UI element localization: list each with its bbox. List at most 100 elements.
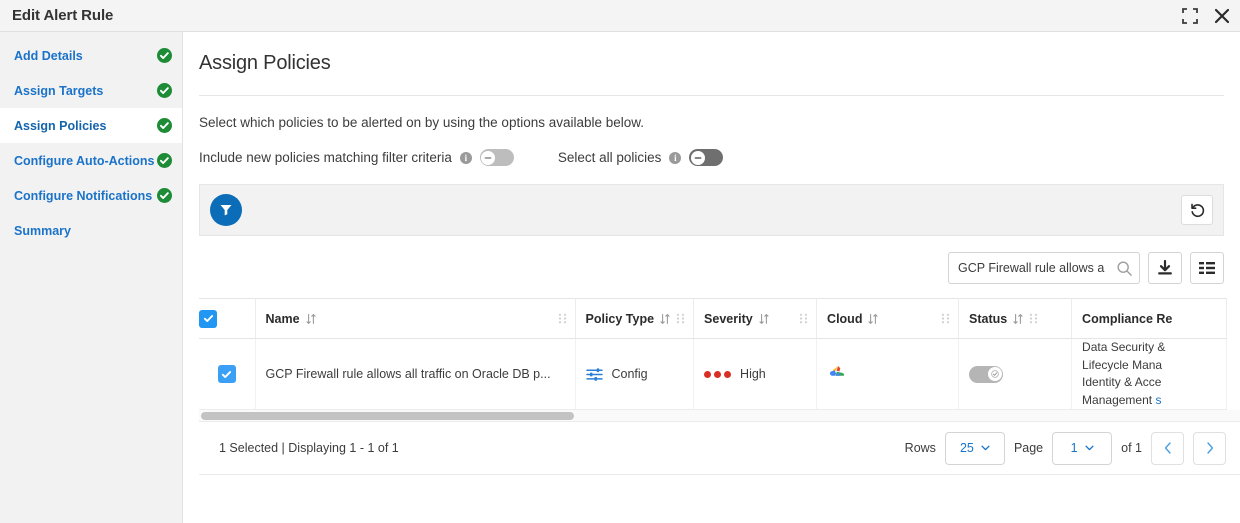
- cell-cloud: [817, 339, 959, 410]
- filter-funnel-icon[interactable]: [210, 194, 242, 226]
- close-icon[interactable]: [1214, 8, 1230, 24]
- table-horizontal-scrollbar[interactable]: [199, 410, 1240, 422]
- reset-icon: [1189, 202, 1206, 219]
- cell-severity: High: [694, 339, 817, 410]
- main-content: Assign Policies Select which policies to…: [183, 32, 1240, 523]
- next-page-button[interactable]: [1193, 432, 1226, 465]
- filter-bar: [199, 184, 1224, 236]
- download-button[interactable]: [1148, 252, 1182, 284]
- sort-icon[interactable]: [306, 313, 316, 325]
- page-number-value: 1: [1071, 441, 1078, 455]
- window-body: Add Details Assign Targets Assign Polici…: [0, 32, 1240, 523]
- search-input[interactable]: [949, 253, 1139, 283]
- column-settings-button[interactable]: [1190, 252, 1224, 284]
- sort-icon[interactable]: [759, 313, 769, 325]
- compliance-show-more-link[interactable]: s: [1155, 393, 1161, 407]
- severity-dot: [724, 371, 731, 378]
- sidebar-item-label: Configure Auto-Actions: [14, 154, 157, 168]
- select-all-checkbox[interactable]: [199, 310, 217, 328]
- cell-policy-name: GCP Firewall rule allows all traffic on …: [255, 339, 575, 410]
- column-drag-handle-icon[interactable]: [941, 313, 950, 324]
- rows-per-page-select[interactable]: 25: [945, 432, 1005, 465]
- check-icon: [203, 313, 214, 324]
- policy-status-toggle[interactable]: [969, 366, 1003, 383]
- sort-icon[interactable]: [1013, 313, 1023, 325]
- rows-label: Rows: [905, 441, 936, 455]
- policies-table-wrapper: Name: [199, 298, 1240, 422]
- column-header-severity[interactable]: Severity: [694, 299, 817, 339]
- download-icon: [1156, 259, 1174, 277]
- minus-icon: [484, 154, 492, 162]
- sidebar-item-configure-notifications[interactable]: Configure Notifications: [0, 178, 182, 213]
- page-description: Select which policies to be alerted on b…: [199, 96, 1240, 130]
- toggle-knob: [988, 367, 1002, 381]
- policy-name-text: GCP Firewall rule allows all traffic on …: [266, 367, 567, 381]
- column-drag-handle-icon[interactable]: [558, 313, 567, 324]
- row-select-cell: [199, 339, 255, 410]
- sort-icon[interactable]: [660, 313, 670, 325]
- table-footer: 1 Selected | Displaying 1 - 1 of 1 Rows …: [199, 422, 1240, 475]
- step-complete-icon: [157, 188, 172, 203]
- sidebar-item-configure-auto-actions[interactable]: Configure Auto-Actions: [0, 143, 182, 178]
- table-header-row: Name: [199, 299, 1227, 339]
- column-label: Policy Type: [586, 312, 655, 326]
- sidebar-item-assign-targets[interactable]: Assign Targets: [0, 73, 182, 108]
- column-header-name[interactable]: Name: [255, 299, 575, 339]
- chevron-right-icon: [1206, 442, 1214, 454]
- sort-icon[interactable]: [868, 313, 878, 325]
- pagination-controls: Rows 25 Page 1 of 1: [905, 432, 1226, 465]
- sidebar-item-assign-policies[interactable]: Assign Policies: [0, 108, 182, 143]
- severity-dots: [704, 371, 731, 378]
- sidebar-item-label: Summary: [14, 224, 172, 238]
- minus-icon: [694, 154, 702, 162]
- cell-status: [959, 339, 1072, 410]
- previous-page-button[interactable]: [1151, 432, 1184, 465]
- reset-filters-button[interactable]: [1181, 195, 1213, 225]
- info-icon[interactable]: i: [460, 152, 472, 164]
- check-icon: [991, 370, 999, 378]
- step-complete-icon: [157, 83, 172, 98]
- wizard-step-sidebar: Add Details Assign Targets Assign Polici…: [0, 32, 183, 523]
- search-field-wrapper: [948, 252, 1140, 284]
- select-all-policies-toggle[interactable]: [689, 149, 723, 166]
- compliance-line: Management: [1082, 393, 1155, 407]
- column-settings-icon: [1198, 260, 1216, 276]
- column-drag-handle-icon[interactable]: [1029, 313, 1038, 324]
- column-header-compliance[interactable]: Compliance Re: [1072, 299, 1227, 339]
- toggle-knob: [481, 151, 495, 165]
- chevron-down-icon: [981, 445, 990, 451]
- compliance-line: Lifecycle Mana: [1082, 358, 1162, 372]
- info-icon[interactable]: i: [669, 152, 681, 164]
- severity-dot: [704, 371, 711, 378]
- sidebar-item-label: Assign Targets: [14, 84, 157, 98]
- scrollbar-thumb[interactable]: [201, 412, 574, 420]
- column-header-cloud[interactable]: Cloud: [817, 299, 959, 339]
- funnel-glyph: [218, 202, 234, 218]
- sidebar-item-label: Add Details: [14, 49, 157, 63]
- table-row[interactable]: GCP Firewall rule allows all traffic on …: [199, 339, 1227, 410]
- column-label: Compliance Re: [1082, 312, 1172, 326]
- page-number-select[interactable]: 1: [1052, 432, 1112, 465]
- include-new-policies-toggle[interactable]: [480, 149, 514, 166]
- column-label: Severity: [704, 312, 753, 326]
- column-header-status[interactable]: Status: [959, 299, 1072, 339]
- sidebar-item-label: Assign Policies: [14, 119, 157, 133]
- search-icon[interactable]: [1116, 260, 1133, 277]
- sidebar-item-summary[interactable]: Summary: [0, 213, 182, 248]
- column-header-policy-type[interactable]: Policy Type: [575, 299, 694, 339]
- policy-type-text: Config: [612, 367, 648, 381]
- total-pages-label: of 1: [1121, 441, 1142, 455]
- column-label: Name: [266, 312, 300, 326]
- include-new-policies-label: Include new policies matching filter cri…: [199, 150, 452, 165]
- expand-icon[interactable]: [1182, 8, 1198, 24]
- toggle-knob: [691, 151, 705, 165]
- column-label: Status: [969, 312, 1007, 326]
- config-sliders-icon: [586, 367, 603, 382]
- sidebar-item-add-details[interactable]: Add Details: [0, 38, 182, 73]
- table-toolbar: [199, 252, 1224, 284]
- row-checkbox[interactable]: [218, 365, 236, 383]
- select-all-policies-label: Select all policies: [558, 150, 662, 165]
- column-drag-handle-icon[interactable]: [799, 313, 808, 324]
- cell-compliance: Data Security & Lifecycle Mana Identity …: [1072, 339, 1227, 410]
- column-drag-handle-icon[interactable]: [676, 313, 685, 324]
